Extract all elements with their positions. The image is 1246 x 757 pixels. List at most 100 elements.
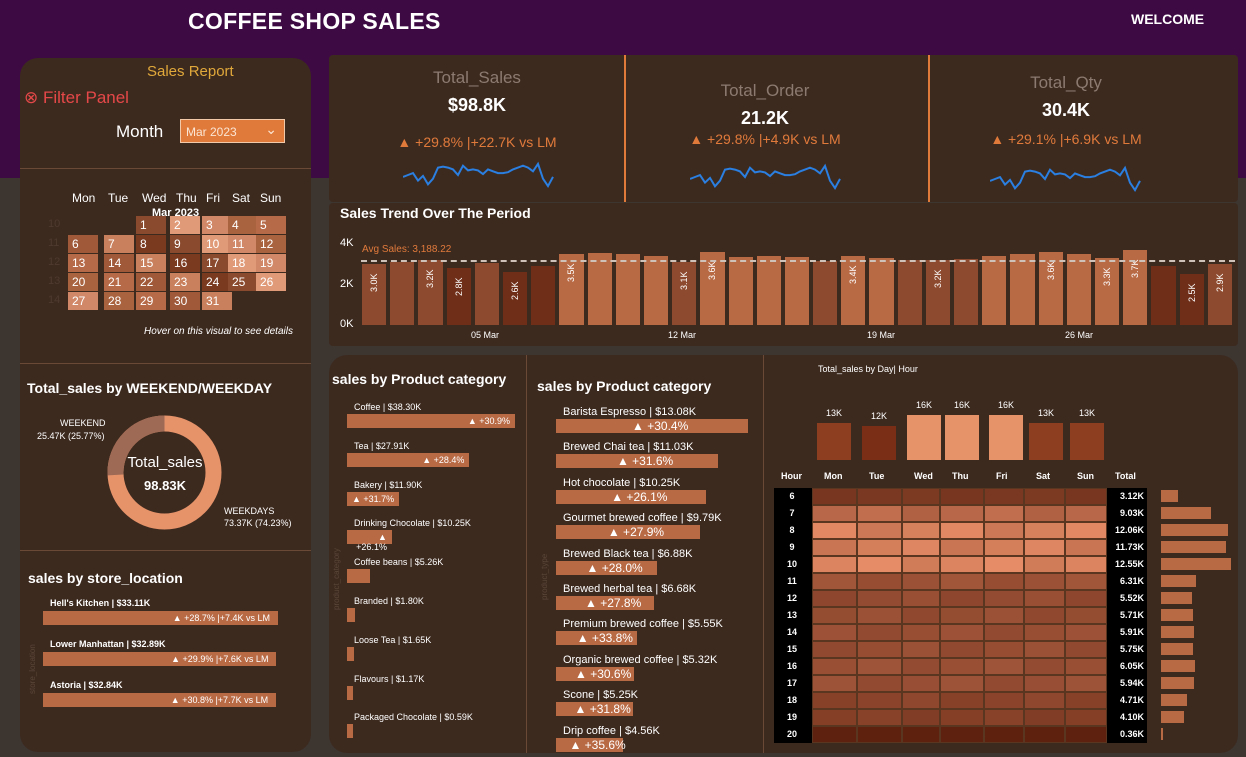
category-bar[interactable] [347,685,353,700]
heatmap-cell[interactable] [857,556,902,573]
heatmap-cell[interactable] [1024,658,1065,675]
calendar-day[interactable]: 27 [68,292,98,310]
calendar-day[interactable]: 21 [104,273,134,291]
heatmap-cell[interactable] [812,607,857,624]
heatmap-cell[interactable] [984,573,1024,590]
calendar-day[interactable]: 22 [136,273,166,291]
heatmap-cell[interactable] [940,709,984,726]
category-bar[interactable] [347,724,353,739]
heatmap-cell[interactable] [1065,675,1107,692]
heatmap-cell[interactable] [1024,641,1065,658]
trend-bar[interactable] [390,262,415,325]
heatmap-cell[interactable] [940,658,984,675]
heatmap-cell[interactable] [1024,675,1065,692]
heatmap-cell[interactable] [1065,607,1107,624]
calendar-day[interactable]: 30 [170,292,200,310]
heatmap-cell[interactable] [857,539,902,556]
heatmap-cell[interactable] [1065,641,1107,658]
trend-bar[interactable] [756,256,781,325]
trend-bar[interactable] [813,261,838,325]
calendar-day[interactable]: 28 [104,292,134,310]
trend-bar[interactable] [869,258,894,325]
calendar-day[interactable]: 4 [228,216,258,234]
filter-panel-toggle[interactable]: ⊗ Filter Panel [24,88,129,108]
calendar-day[interactable]: 8 [136,235,166,253]
hour-total-bar[interactable] [1161,728,1163,740]
heatmap-cell[interactable] [857,607,902,624]
heatmap-cell[interactable] [902,726,940,743]
heatmap-cell[interactable] [902,505,940,522]
heatmap-cell[interactable] [857,505,902,522]
heatmap-cell[interactable] [940,488,984,505]
heatmap-cell[interactable] [812,658,857,675]
hour-total-bar[interactable] [1161,694,1188,706]
heatmap-cell[interactable] [1024,692,1065,709]
heatmap-cell[interactable] [812,675,857,692]
heatmap-cell[interactable] [1024,505,1065,522]
heatmap-cell[interactable] [812,539,857,556]
hour-total-bar[interactable] [1161,541,1227,553]
trend-bar[interactable] [474,263,499,325]
heatmap-cell[interactable] [940,692,984,709]
category-bar[interactable] [347,646,355,661]
heatmap-cell[interactable] [940,556,984,573]
trend-bar[interactable] [897,260,922,325]
hour-total-bar[interactable] [1161,677,1195,689]
heatmap-cell[interactable] [984,624,1024,641]
heatmap-cell[interactable] [1065,488,1107,505]
heatmap-cell[interactable] [857,522,902,539]
calendar-day[interactable]: 19 [256,254,286,272]
heatmap-cell[interactable] [812,522,857,539]
heatmap-cell[interactable] [984,505,1024,522]
trend-bar[interactable] [784,257,810,325]
heatmap-cell[interactable] [984,692,1024,709]
heatmap-cell[interactable] [902,658,940,675]
heatmap-cell[interactable] [940,505,984,522]
heatmap-cell[interactable] [984,675,1024,692]
heatmap-cell[interactable] [1024,488,1065,505]
hour-total-bar[interactable] [1161,592,1192,604]
calendar-day[interactable]: 26 [256,273,286,291]
heatmap-cell[interactable] [984,607,1024,624]
calendar-day[interactable]: 7 [104,235,134,253]
heatmap-cell[interactable] [1065,522,1107,539]
heatmap-cell[interactable] [812,709,857,726]
heatmap-cell[interactable] [984,590,1024,607]
calendar-day[interactable]: 20 [68,273,98,291]
calendar-day[interactable]: 25 [228,273,258,291]
heatmap-cell[interactable] [984,539,1024,556]
heatmap-cell[interactable] [1065,539,1107,556]
calendar-day[interactable]: 23 [170,273,200,291]
heatmap-cell[interactable] [1024,709,1065,726]
heatmap-cell[interactable] [1065,590,1107,607]
heatmap-cell[interactable] [1065,505,1107,522]
heatmap-cell[interactable] [1024,590,1065,607]
heatmap-cell[interactable] [812,488,857,505]
heatmap-cell[interactable] [902,539,940,556]
heatmap-cell[interactable] [940,522,984,539]
trend-bar[interactable] [615,254,640,325]
heatmap-cell[interactable] [984,556,1024,573]
trend-bar[interactable] [643,256,669,325]
heatmap-cell[interactable] [1024,726,1065,743]
day-bar[interactable] [862,426,896,460]
heatmap-cell[interactable] [940,675,984,692]
hour-total-bar[interactable] [1161,643,1194,655]
heatmap-cell[interactable] [940,726,984,743]
calendar-day[interactable]: 14 [104,254,134,272]
hour-total-bar[interactable] [1161,711,1184,723]
category-bar[interactable] [347,608,355,622]
hour-total-bar[interactable] [1161,609,1193,621]
heatmap-cell[interactable] [1065,624,1107,641]
heatmap-cell[interactable] [1065,658,1107,675]
month-dropdown[interactable]: Mar 2023 ⌄ [180,119,285,143]
heatmap-cell[interactable] [984,488,1024,505]
heatmap-cell[interactable] [1024,539,1065,556]
calendar-day[interactable]: 15 [136,254,166,272]
calendar-day[interactable]: 9 [170,235,200,253]
hour-total-bar[interactable] [1161,558,1231,570]
heatmap-cell[interactable] [902,641,940,658]
heatmap-cell[interactable] [1065,556,1107,573]
day-bar[interactable] [817,423,851,460]
hour-total-bar[interactable] [1161,575,1197,587]
